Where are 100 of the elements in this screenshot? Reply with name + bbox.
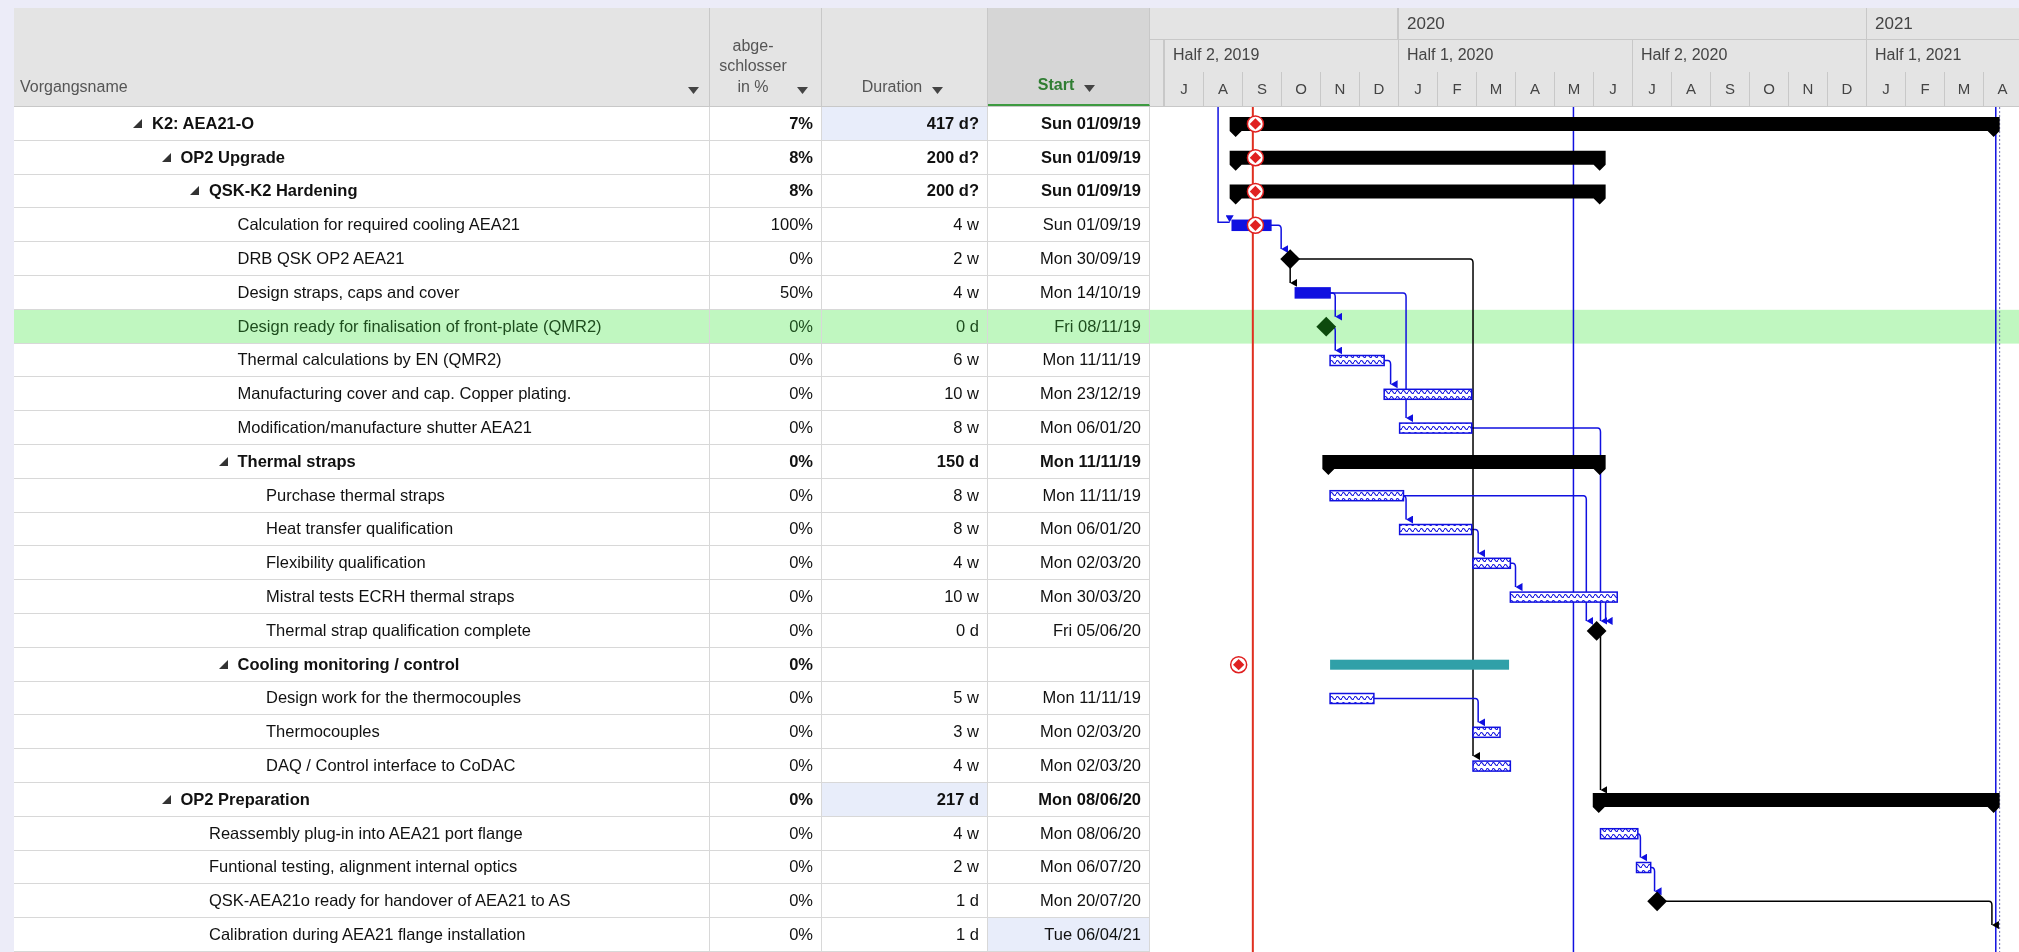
table-row[interactable]: Thermal straps 0% 150 d Mon 11/11/19 [14,444,1150,479]
deadline-marker-icon [1246,115,1265,133]
table-row[interactable]: Flexibility qualification 0% 4 w Mon 02/03/20 [14,546,1150,581]
duration-cell: 417 d? [822,107,988,141]
month-label: S [1710,72,1749,106]
month-label: F [1905,72,1944,106]
task-name: QSK-AEA21o ready for handover of AEA21 to AS [209,891,571,911]
task-name: Design ready for finalisation of front-plate (QMR2) [237,316,602,336]
task-bar [1635,861,1652,874]
table-row[interactable]: OP2 Preparation 0% 217 d Mon 08/06/20 [14,782,1150,817]
dropdown-icon[interactable] [1084,85,1096,92]
month-label: A [1983,72,2019,106]
month-label: N [1320,72,1359,106]
month-label: A [1671,72,1710,106]
table-row[interactable]: Design work for the thermocouples 0% 5 w Mon 11/11/19 [14,681,1150,716]
table-row[interactable]: QSK-AEA21o ready for handover of AEA21 to AS 0% 1 d Mon 20/07/20 [14,884,1150,919]
month-label: S [1242,72,1281,106]
task-name: Thermal calculations by EN (QMR2) [237,350,502,370]
collapse-triangle-icon[interactable] [190,186,199,196]
duration-cell: 4 w [822,816,988,851]
task-name: Reassembly plug-in into AEA21 port flange [209,823,523,843]
month-label: A [1203,72,1242,106]
task-name: K2: AEA21-O [152,113,255,133]
percent-cell: 0% [710,478,822,513]
table-row[interactable]: Thermal calculations by EN (QMR2) 0% 6 w Mon 11/11/19 [14,343,1150,378]
collapse-triangle-icon[interactable] [133,118,142,128]
table-row[interactable]: Calibration during AEA21 flange installation 0% 1 d Tue 06/04/21 [14,918,1150,952]
column-header[interactable]: Start [988,8,1150,106]
table-row[interactable]: Design ready for finalisation of front-plate (QMR2) 0% 0 d Fri 08/11/19 [14,309,1150,344]
month-label: J [1398,72,1437,106]
table-row[interactable]: Cooling monitoring / control 0% [14,647,1150,682]
dropdown-icon[interactable] [932,87,944,94]
month-label: A [1515,72,1554,106]
milestone-diamond [1586,621,1607,641]
task-name: Manufacturing cover and cap. Copper plating. [237,384,572,404]
month-label: J [1632,72,1671,106]
table-row[interactable]: Reassembly plug-in into AEA21 port flange 0% 4 w Mon 08/06/20 [14,816,1150,851]
percent-cell: 0% [710,242,822,276]
duration-cell: 217 d [822,782,988,817]
task-name: Thermal straps [237,451,356,471]
month-label: J [1593,72,1632,106]
month-label: D [1827,72,1866,106]
duration-cell: 0 d [822,613,988,648]
start-date-cell: Tue 06/04/21 [988,918,1150,952]
table-row[interactable]: Design straps, caps and cover 50% 4 w Mon 14/10/19 [14,276,1150,310]
month-label: M [1554,72,1593,106]
duration-cell: 200 d? [822,140,988,175]
percent-cell: 0% [710,580,822,614]
table-row[interactable]: Heat transfer qualification 0% 8 w Mon 06/01/20 [14,512,1150,547]
table-row[interactable]: Thermocouples 0% 3 w Mon 02/03/20 [14,715,1150,750]
task-bar [1472,557,1512,570]
table-row[interactable]: Thermal strap qualification complete 0% 0 d Fri 05/06/20 [14,613,1150,648]
table-row[interactable]: QSK-K2 Hardening 8% 200 d? Sun 01/09/19 [14,174,1150,209]
table-row[interactable]: DRB QSK OP2 AEA21 0% 2 w Mon 30/09/19 [14,242,1150,276]
collapse-triangle-icon[interactable] [161,152,171,162]
task-name: Thermocouples [266,722,380,742]
month-label: J [1164,72,1203,106]
task-bar [1329,354,1385,367]
table-row[interactable]: Manufacturing cover and cap. Copper plating. 0% 10 w Mon 23/12/19 [14,377,1150,412]
duration-cell: 8 w [822,478,988,513]
task-name: Modification/manufacture shutter AEA21 [237,418,532,438]
month-label: F [1437,72,1476,106]
task-name: Cooling monitoring / control [237,654,460,674]
month-label: O [1281,72,1320,106]
task-name: Mistral tests ECRH thermal straps [266,587,515,607]
table-row[interactable]: Mistral tests ECRH thermal straps 0% 10 w Mon 30/03/20 [14,580,1150,614]
percent-cell: 0% [710,918,822,952]
dropdown-icon[interactable] [688,87,699,94]
table-row[interactable]: Modification/manufacture shutter AEA21 0% 8 w Mon 06/01/20 [14,411,1150,445]
deadline-marker-icon [1229,655,1248,674]
dropdown-icon[interactable] [796,87,808,94]
table-row[interactable]: OP2 Upgrade 8% 200 d? Sun 01/09/19 [14,140,1150,175]
month-label: M [1944,72,1983,106]
month-label: N [1788,72,1827,106]
table-row[interactable]: K2: AEA21-O 7% 417 d? Sun 01/09/19 [14,107,1150,141]
table-row[interactable]: DAQ / Control interface to CoDAC 0% 4 w Mon 02/03/20 [14,749,1150,783]
percent-cell: 0% [710,647,822,682]
column-header[interactable]: Vorgangsname [14,8,710,106]
duration-cell: 4 w [822,276,988,310]
percent-cell: 0% [710,613,822,648]
duration-cell: 2 w [822,242,988,276]
collapse-triangle-icon[interactable] [218,456,228,466]
table-row[interactable]: Funtional testing, alignment internal optics 0% 2 w Mon 06/07/20 [14,850,1150,885]
duration-cell: 150 d [822,444,988,479]
half-year-label: Half 2, 2019 [1164,40,1398,72]
percent-cell: 0% [710,444,822,479]
table-row[interactable]: Calculation for required cooling AEA21 100% 4 w Sun 01/09/19 [14,208,1150,243]
collapse-triangle-icon[interactable] [161,794,171,804]
table-row[interactable]: Purchase thermal straps 0% 8 w Mon 11/11/19 [14,478,1150,513]
collapse-triangle-icon[interactable] [218,659,228,669]
task-name: QSK-K2 Hardening [209,181,358,201]
task-name: Calibration during AEA21 flange installation [209,925,526,944]
task-name: Purchase thermal straps [266,485,445,505]
duration-cell: 4 w [822,749,988,783]
task-name: DRB QSK OP2 AEA21 [237,249,405,269]
task-bar [1472,760,1512,772]
task-name: DAQ / Control interface to CoDAC [266,756,516,776]
task-name: Calculation for required cooling AEA21 [237,215,520,235]
column-header[interactable]: abge- schlosser in % [710,8,822,106]
month-label: J [1866,72,1905,106]
